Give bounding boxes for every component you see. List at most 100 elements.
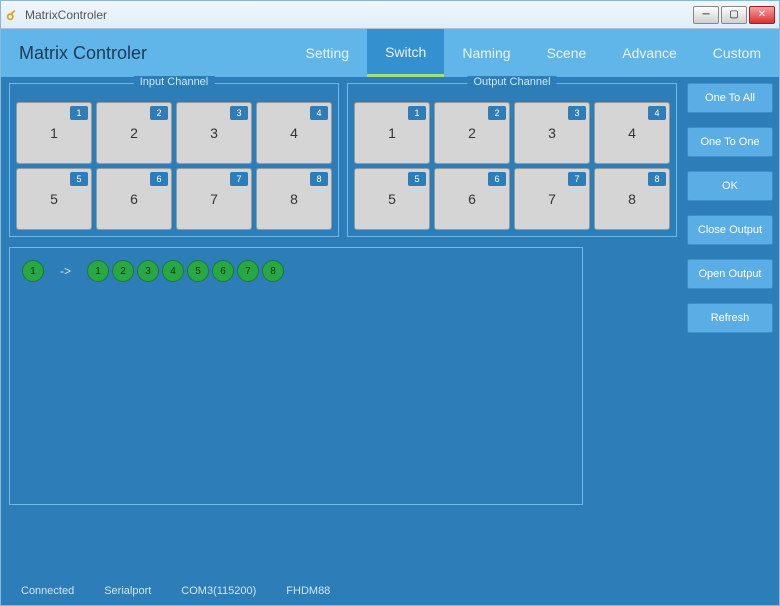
output-channel-grid: 1122334455667788 [354,102,670,230]
status-bar: Connected Serialport COM3(115200) FHDM88 [1,577,779,605]
tab-custom[interactable]: Custom [695,29,779,77]
window: MatrixControler ─ ▢ ✕ Matrix Controler S… [0,0,780,606]
output-panel-title: Output Channel [467,76,556,88]
output-channel-3[interactable]: 33 [514,102,590,164]
output-channel-6[interactable]: 66 [434,168,510,230]
input-channel-badge: 8 [310,172,328,186]
output-channel-label: 6 [468,191,476,207]
output-channel-5[interactable]: 55 [354,168,430,230]
minimize-button[interactable]: ─ [693,6,719,24]
output-channel-badge: 1 [408,106,426,120]
input-channel-badge: 7 [230,172,248,186]
tab-naming[interactable]: Naming [444,29,528,77]
output-channel-badge: 5 [408,172,426,186]
route-target-dot-2[interactable]: 2 [112,260,134,282]
output-channel-badge: 6 [488,172,506,186]
app-title: Matrix Controler [19,43,147,64]
input-channel-3[interactable]: 33 [176,102,252,164]
output-channel-badge: 4 [648,106,666,120]
input-channel-5[interactable]: 55 [16,168,92,230]
output-channel-label: 4 [628,125,636,141]
tab-scene[interactable]: Scene [529,29,605,77]
close-button[interactable]: ✕ [749,6,775,24]
output-channel-badge: 2 [488,106,506,120]
route-target-dot-8[interactable]: 8 [262,260,284,282]
output-channel-label: 1 [388,125,396,141]
route-source-dot[interactable]: 1 [22,260,44,282]
route-target-dot-1[interactable]: 1 [87,260,109,282]
input-channel-label: 6 [130,191,138,207]
output-channel-label: 2 [468,125,476,141]
status-connection: Connected [21,585,74,597]
output-channel-label: 7 [548,191,556,207]
one-to-all-button[interactable]: One To All [687,83,773,113]
input-channel-6[interactable]: 66 [96,168,172,230]
route-target-dot-6[interactable]: 6 [212,260,234,282]
one-to-one-button[interactable]: One To One [687,127,773,157]
window-title: MatrixControler [25,8,107,22]
output-channel-7[interactable]: 77 [514,168,590,230]
output-channel-8[interactable]: 88 [594,168,670,230]
ok-button[interactable]: OK [687,171,773,201]
route-row: 1 -> 12345678 [22,260,570,282]
input-channel-label: 2 [130,125,138,141]
output-channel-4[interactable]: 44 [594,102,670,164]
input-channel-2[interactable]: 22 [96,102,172,164]
titlebar: MatrixControler ─ ▢ ✕ [1,1,779,29]
output-channel-label: 5 [388,191,396,207]
tab-advance[interactable]: Advance [604,29,694,77]
input-channel-panel: Input Channel 1122334455667788 [9,83,339,237]
content: Input Channel 1122334455667788 Output Ch… [9,77,771,577]
status-port: COM3(115200) [181,585,256,597]
output-channel-1[interactable]: 11 [354,102,430,164]
route-target-dot-3[interactable]: 3 [137,260,159,282]
input-channel-label: 3 [210,125,218,141]
input-panel-title: Input Channel [134,76,215,88]
input-channel-grid: 1122334455667788 [16,102,332,230]
open-output-button[interactable]: Open Output [687,259,773,289]
input-channel-1[interactable]: 11 [16,102,92,164]
input-channel-badge: 5 [70,172,88,186]
routing-panel: 1 -> 12345678 [9,247,583,505]
channels-row: Input Channel 1122334455667788 Output Ch… [9,83,677,237]
refresh-button[interactable]: Refresh [687,303,773,333]
status-device: FHDM88 [286,585,330,597]
output-channel-badge: 8 [648,172,666,186]
output-channel-badge: 7 [568,172,586,186]
output-channel-panel: Output Channel 1122334455667788 [347,83,677,237]
input-channel-badge: 2 [150,106,168,120]
header: Matrix Controler SettingSwitchNamingScen… [1,29,779,77]
input-channel-badge: 1 [70,106,88,120]
output-channel-2[interactable]: 22 [434,102,510,164]
input-channel-8[interactable]: 88 [256,168,332,230]
output-channel-label: 3 [548,125,556,141]
status-port-type: Serialport [104,585,151,597]
tab-bar: SettingSwitchNamingSceneAdvanceCustom [288,29,780,77]
input-channel-badge: 3 [230,106,248,120]
input-channel-label: 1 [50,125,58,141]
app-body: Matrix Controler SettingSwitchNamingScen… [1,29,779,605]
channels-wrap: Input Channel 1122334455667788 Output Ch… [9,83,677,505]
side-buttons: One To All One To One OK Close Output Op… [687,83,773,333]
tab-setting[interactable]: Setting [288,29,368,77]
app-icon [5,8,19,22]
titlebar-left: MatrixControler [5,8,107,22]
input-channel-7[interactable]: 77 [176,168,252,230]
input-channel-label: 4 [290,125,298,141]
route-target-dot-5[interactable]: 5 [187,260,209,282]
output-channel-badge: 3 [568,106,586,120]
window-controls: ─ ▢ ✕ [693,6,775,24]
input-channel-label: 5 [50,191,58,207]
close-output-button[interactable]: Close Output [687,215,773,245]
route-target-dot-4[interactable]: 4 [162,260,184,282]
route-target-dot-7[interactable]: 7 [237,260,259,282]
input-channel-4[interactable]: 44 [256,102,332,164]
tab-switch[interactable]: Switch [367,29,444,77]
input-channel-label: 8 [290,191,298,207]
route-arrow-icon: -> [60,264,71,278]
route-targets: 12345678 [87,260,284,282]
maximize-button[interactable]: ▢ [721,6,747,24]
input-channel-badge: 4 [310,106,328,120]
output-channel-label: 8 [628,191,636,207]
input-channel-badge: 6 [150,172,168,186]
